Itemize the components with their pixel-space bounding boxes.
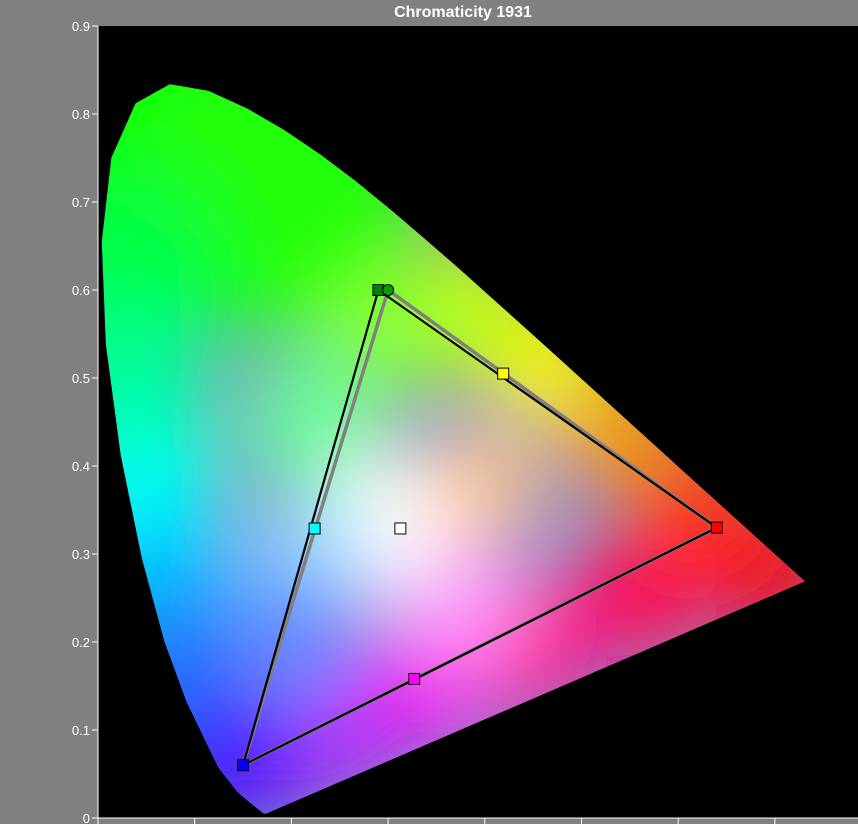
marker-green-target xyxy=(382,284,395,296)
y-tick-label-0: 0 xyxy=(83,811,90,824)
y-tick-label-7: 0.7 xyxy=(72,195,90,210)
marker-magenta xyxy=(408,672,421,685)
y-tick-label-1: 0.1 xyxy=(72,723,90,738)
y-tick-label-3: 0.3 xyxy=(72,547,90,562)
color-blob-22 xyxy=(407,548,524,665)
color-blob-23 xyxy=(426,425,543,542)
marker-cyan xyxy=(308,522,321,535)
y-tick-label-6: 0.6 xyxy=(72,283,90,298)
marker-yellow xyxy=(497,367,510,380)
y-tick-label-4: 0.4 xyxy=(72,459,90,474)
y-tick-label-8: 0.8 xyxy=(72,107,90,122)
marker-red xyxy=(710,521,723,534)
marker-blue xyxy=(237,759,250,772)
chromaticity-chart: Chromaticity 1931 0 0.1 0.2 0.3 0.4 0.5 0.6 0.7… xyxy=(0,0,858,824)
y-tick-label-5: 0.5 xyxy=(72,371,90,386)
chart-plot-svg: 0 0.1 0.2 0.3 0.4 0.5 0.6 0.7 0.8 0.9 xyxy=(72,19,858,824)
y-tick-label-2: 0.2 xyxy=(72,635,90,650)
y-tick-label-9: 0.9 xyxy=(72,19,90,34)
marker-white xyxy=(394,522,407,535)
